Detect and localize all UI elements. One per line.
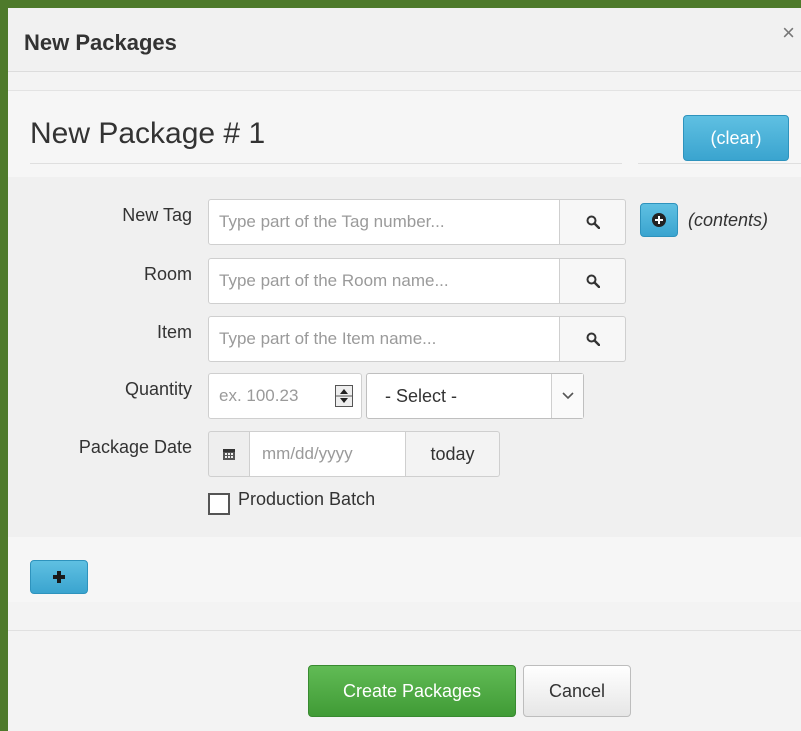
item-group xyxy=(208,316,626,362)
new-tag-label: New Tag xyxy=(122,205,192,225)
search-icon xyxy=(586,274,600,288)
clear-button[interactable]: (clear) xyxy=(683,115,789,161)
add-contents-button[interactable] xyxy=(640,203,678,237)
new-tag-input[interactable] xyxy=(208,199,560,245)
package-date-input[interactable] xyxy=(250,431,406,477)
package-date-group: today xyxy=(208,431,500,477)
quantity-label: Quantity xyxy=(124,379,192,399)
package-heading: New Package # 1 xyxy=(30,117,266,150)
search-icon xyxy=(586,215,600,229)
room-group xyxy=(208,258,626,304)
plus-circle-icon xyxy=(652,213,666,227)
create-packages-button[interactable]: Create Packages xyxy=(308,665,516,717)
item-search-button[interactable] xyxy=(560,316,626,362)
new-tag-group xyxy=(208,199,626,245)
new-packages-dialog: New Packages × New Package # 1 (clear) N… xyxy=(8,8,801,731)
quantity-group xyxy=(208,373,362,419)
production-batch-label: Production Batch xyxy=(238,489,376,509)
footer-divider xyxy=(8,630,801,631)
today-button[interactable]: today xyxy=(406,431,500,477)
contents-control: (contents) xyxy=(640,203,768,237)
item-input[interactable] xyxy=(208,316,560,362)
production-batch-checkbox[interactable] xyxy=(208,493,230,515)
package-date-label: Package Date xyxy=(78,437,192,457)
add-package-button[interactable] xyxy=(30,560,88,594)
plus-icon xyxy=(53,571,65,583)
divider xyxy=(638,163,801,164)
cancel-button[interactable]: Cancel xyxy=(523,665,631,717)
dialog-header: New Packages × xyxy=(8,8,801,72)
room-input[interactable] xyxy=(208,258,560,304)
quantity-stepper[interactable] xyxy=(335,385,353,407)
new-tag-search-button[interactable] xyxy=(560,199,626,245)
contents-label: (contents) xyxy=(688,209,769,230)
stepper-arrows-icon xyxy=(336,389,352,403)
item-label: Item xyxy=(156,322,192,342)
dialog-title: New Packages xyxy=(24,30,177,55)
room-label: Room xyxy=(143,264,192,284)
unit-select-value: - Select - xyxy=(385,386,458,406)
search-icon xyxy=(586,332,600,346)
package-panel: New Package # 1 (clear) New Tag Room xyxy=(8,90,801,602)
close-icon[interactable]: × xyxy=(782,22,795,44)
chevron-down-icon[interactable] xyxy=(551,374,583,418)
calendar-button[interactable] xyxy=(208,431,250,477)
unit-select[interactable]: - Select - xyxy=(366,373,584,419)
calendar-icon xyxy=(223,449,235,460)
divider xyxy=(30,163,622,164)
room-search-button[interactable] xyxy=(560,258,626,304)
